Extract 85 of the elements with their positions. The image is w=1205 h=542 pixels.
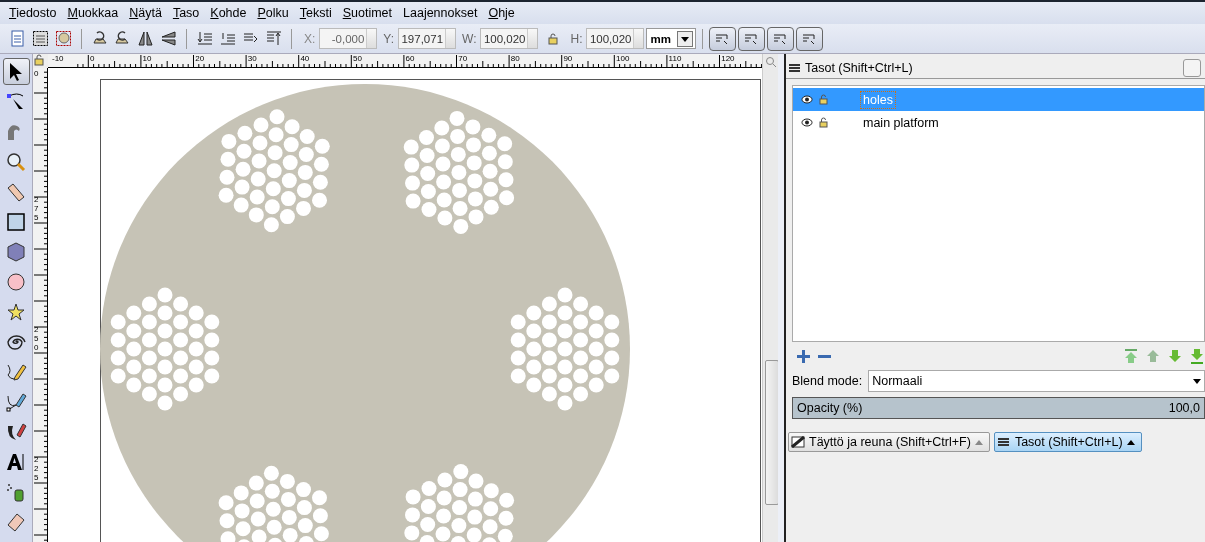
ruler-label: 120 xyxy=(721,54,735,63)
snap-grid-icon xyxy=(802,32,817,45)
lock-icon[interactable] xyxy=(819,94,828,105)
ruler-label: 60 xyxy=(405,54,415,63)
opacity-slider[interactable]: Opacity (%) 100,0 xyxy=(792,397,1205,419)
ruler-label: 20 xyxy=(195,54,205,63)
dock-tab[interactable]: Täyttö ja reuna (Shift+Ctrl+F) xyxy=(788,432,990,452)
field-label: Blend mode: xyxy=(792,374,863,388)
unit-dropdown[interactable]: mm xyxy=(646,28,696,49)
document-icon[interactable] xyxy=(9,30,26,47)
rotate-right-icon[interactable] xyxy=(114,30,131,47)
menu-item[interactable]: Kohde xyxy=(205,6,253,20)
slider-label: Opacity (%) xyxy=(797,401,863,415)
toggle-button[interactable] xyxy=(766,26,794,51)
lower-to-bottom-icon[interactable] xyxy=(1189,348,1205,364)
flip-vertical-icon[interactable] xyxy=(160,30,177,47)
tool-button[interactable] xyxy=(2,58,30,85)
ruler-label: 90 xyxy=(563,54,573,63)
menu-item[interactable]: Näytä xyxy=(124,6,168,20)
snap-bbox-icon xyxy=(715,32,730,45)
layer-row[interactable]: main platform xyxy=(793,111,1204,134)
dock-tab[interactable]: Tasot (Shift+Ctrl+L) xyxy=(993,432,1142,452)
ruler-label: 50 xyxy=(353,54,362,63)
field-label: Y: xyxy=(383,31,395,46)
layer-name: holes xyxy=(860,90,896,109)
raise-to-top-icon[interactable] xyxy=(265,30,282,47)
rectangle-icon xyxy=(5,210,27,233)
number-field[interactable]: 100,020 xyxy=(586,28,645,49)
number-field[interactable]: 100,020 xyxy=(480,28,539,49)
menu-item[interactable]: Tiedosto xyxy=(4,6,63,20)
flip-horizontal-icon[interactable] xyxy=(137,30,154,47)
slider-value: 100,0 xyxy=(1168,401,1200,415)
lower-to-bottom-icon[interactable] xyxy=(196,30,213,47)
eye-icon[interactable] xyxy=(801,95,813,104)
lock-icon[interactable] xyxy=(819,117,828,128)
caret-icon xyxy=(1126,439,1135,445)
rotate-left-icon[interactable] xyxy=(91,30,108,47)
eye-icon[interactable] xyxy=(801,118,813,127)
layers-icon xyxy=(996,436,1011,448)
toggle-button[interactable] xyxy=(737,26,765,51)
snap-path-icon xyxy=(744,32,759,45)
panel-title: Tasot (Shift+Ctrl+L) xyxy=(805,61,914,75)
menu-item[interactable]: Laajennokset xyxy=(398,6,484,20)
select-group-icon[interactable] xyxy=(55,30,72,47)
field-label: W: xyxy=(462,31,477,46)
number-field[interactable]: 197,071 xyxy=(398,28,457,49)
blend-mode-dropdown[interactable]: Normaali xyxy=(868,370,1205,392)
snap-node-icon xyxy=(773,32,788,45)
menu-item[interactable]: Polku xyxy=(252,6,295,20)
caret-icon xyxy=(974,439,983,445)
menu-item[interactable]: Suotimet xyxy=(337,6,399,20)
ruler-label: 10 xyxy=(142,54,152,63)
field-label: H: xyxy=(570,31,583,46)
paint-icon xyxy=(791,436,805,448)
menu-item[interactable]: Teksti xyxy=(294,6,338,20)
toggle-button[interactable] xyxy=(708,26,736,51)
ruler-label: 80 xyxy=(510,54,520,63)
ruler-label: 225 xyxy=(34,456,40,483)
circle-icon xyxy=(5,270,27,293)
ruler-label: -10 xyxy=(52,54,64,63)
menu-item[interactable]: Taso xyxy=(167,6,206,20)
plus-icon[interactable] xyxy=(796,348,811,364)
ruler-label: 110 xyxy=(668,54,682,63)
ruler-label: 40 xyxy=(300,54,310,63)
ruler-label: 275 xyxy=(34,196,40,223)
field-label: X: xyxy=(304,31,316,46)
toggle-button[interactable] xyxy=(795,26,823,51)
ruler-label: 0 xyxy=(34,70,40,79)
ruler-label: 0 xyxy=(90,54,95,63)
menu-item[interactable]: Muokkaa xyxy=(62,6,125,20)
panel-collapse-button[interactable] xyxy=(1183,59,1201,77)
cube-icon xyxy=(5,240,27,263)
lock-icon[interactable] xyxy=(33,54,45,66)
ruler-label: 30 xyxy=(247,54,257,63)
ruler-label: 100 xyxy=(616,54,630,63)
ruler-label: 70 xyxy=(458,54,468,63)
scrollbar-thumb[interactable] xyxy=(765,360,778,505)
layers-icon xyxy=(788,62,803,74)
magnifier-icon xyxy=(5,150,27,173)
layer-name: main platform xyxy=(862,114,940,132)
lock-icon[interactable] xyxy=(546,31,561,46)
menu-item[interactable]: Ohje xyxy=(483,6,521,20)
ruler-label: 250 xyxy=(34,326,40,353)
lower-icon[interactable] xyxy=(219,30,236,47)
select-all-icon[interactable] xyxy=(32,30,49,47)
